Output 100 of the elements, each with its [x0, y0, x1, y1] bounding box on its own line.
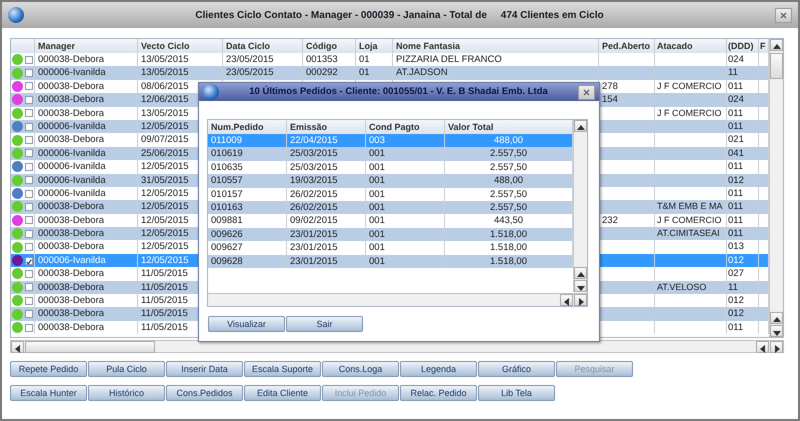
- checkbox[interactable]: [25, 243, 33, 252]
- table-cell: 011: [727, 227, 759, 240]
- scrollbar[interactable]: [573, 120, 587, 292]
- table-row[interactable]: 010557 19/03/2015 001 488,00: [208, 174, 573, 188]
- column-header[interactable]: Código: [303, 39, 356, 53]
- checkbox[interactable]: [25, 69, 33, 78]
- scroll-right-icon[interactable]: [574, 294, 587, 306]
- action-button[interactable]: Cons.Pedidos: [166, 385, 243, 401]
- scroll-up-icon[interactable]: [770, 39, 783, 51]
- scroll-right-icon[interactable]: [770, 341, 783, 353]
- table-cell: 13/05/2015: [138, 66, 223, 80]
- column-header[interactable]: Nome Fantasia: [393, 39, 599, 53]
- table-cell: 011: [727, 200, 759, 214]
- action-button[interactable]: Repete Pedido: [10, 361, 87, 377]
- table-cell: 19/03/2015: [287, 174, 366, 188]
- table-cell: 23/05/2015: [223, 66, 303, 80]
- scroll-left-icon[interactable]: [756, 341, 769, 353]
- table-cell: 010619: [208, 147, 287, 161]
- table-cell: 26/02/2015: [287, 200, 366, 214]
- table-cell: 11: [727, 280, 759, 294]
- action-button[interactable]: Legenda: [400, 361, 477, 377]
- table-row[interactable]: 009628 23/01/2015 001 1.518,00: [208, 254, 573, 268]
- scroll-thumb[interactable]: [25, 341, 155, 353]
- checkbox[interactable]: [25, 176, 33, 184]
- checkbox[interactable]: [25, 190, 33, 198]
- checkbox[interactable]: [25, 216, 33, 224]
- scroll-down-icon[interactable]: [574, 280, 587, 292]
- column-header[interactable]: Data Ciclo: [223, 39, 303, 53]
- table-cell: 000038-Debora: [35, 200, 138, 214]
- checkbox[interactable]: [25, 109, 33, 118]
- table-row[interactable]: 010163 26/02/2015 001 2.557,50: [208, 200, 573, 214]
- checkbox[interactable]: [25, 56, 33, 64]
- table-cell: 001: [366, 174, 445, 188]
- column-header[interactable]: Vecto Ciclo: [138, 39, 223, 53]
- table-cell: 000038-Debora: [35, 307, 138, 321]
- table-cell: 000038-Debora: [35, 280, 138, 294]
- table-cell: 041: [727, 146, 759, 160]
- checkbox[interactable]: [25, 296, 33, 305]
- action-button[interactable]: Cons.Loga: [322, 361, 399, 377]
- dialog-button[interactable]: Sair: [286, 316, 363, 332]
- action-button[interactable]: Gráfico: [478, 361, 555, 377]
- table-cell: 011: [727, 320, 759, 334]
- checkbox[interactable]: [25, 122, 33, 131]
- table-cell: 000006-Ivanilda: [35, 254, 138, 268]
- column-header[interactable]: Loja: [356, 39, 393, 53]
- table-cell: 012: [727, 254, 759, 268]
- checkbox[interactable]: [25, 202, 33, 211]
- scrollbar[interactable]: [769, 39, 783, 337]
- action-button[interactable]: Pula Ciclo: [88, 361, 165, 377]
- app-icon: [203, 84, 219, 100]
- action-button[interactable]: Escala Hunter: [10, 385, 87, 401]
- checkbox[interactable]: [25, 82, 33, 90]
- action-button[interactable]: Relac. Pedido: [400, 385, 477, 401]
- action-button[interactable]: Lib Tela: [478, 385, 555, 401]
- scroll-left-icon[interactable]: [560, 294, 573, 306]
- action-button[interactable]: Escala Suporte: [244, 361, 321, 377]
- scroll-left-icon[interactable]: [11, 341, 24, 353]
- checkbox[interactable]: [25, 149, 33, 158]
- checkbox[interactable]: [25, 96, 33, 104]
- table-cell: 11: [727, 66, 759, 80]
- scrollbar[interactable]: [208, 293, 587, 306]
- checkbox[interactable]: [25, 162, 33, 171]
- window-title: Clientes Ciclo Contato - Manager - 000039 - Janaina - Total de 474 Clientes em Ciclo: [194, 8, 605, 22]
- scroll-up-icon[interactable]: [574, 267, 587, 279]
- action-button[interactable]: Histórico: [88, 385, 165, 401]
- column-header[interactable]: Manager: [35, 39, 138, 53]
- action-button[interactable]: Inserir Data: [166, 361, 243, 377]
- table-cell: 000006-Ivanilda: [35, 174, 138, 187]
- scrollbar[interactable]: [10, 340, 784, 353]
- dialog-button[interactable]: Visualizar: [208, 316, 285, 332]
- table-cell: 001: [366, 200, 445, 214]
- scroll-up-icon[interactable]: [574, 120, 587, 132]
- table-row[interactable]: 010619 25/03/2015 001 2.557,50: [208, 147, 573, 161]
- action-button[interactable]: Edita Cliente: [244, 385, 321, 401]
- table-cell: 000038-Debora: [35, 320, 138, 334]
- table-cell: 001: [366, 254, 445, 268]
- checkbox[interactable]: [25, 324, 33, 332]
- close-button[interactable]: [578, 84, 595, 100]
- column-header[interactable]: Ped.Aberto: [599, 39, 655, 53]
- table-cell: 009628: [208, 254, 287, 268]
- table-cell: 009626: [208, 228, 287, 242]
- checkbox[interactable]: [25, 310, 33, 318]
- checkbox[interactable]: [25, 256, 33, 265]
- table-cell: 000006-Ivanilda: [35, 120, 138, 134]
- checkbox[interactable]: [25, 230, 33, 238]
- checkbox[interactable]: [25, 283, 33, 292]
- scroll-down-icon[interactable]: [770, 325, 783, 337]
- table-row[interactable]: 009626 23/01/2015 001 1.518,00: [208, 228, 573, 242]
- checkbox[interactable]: [25, 136, 33, 144]
- table-cell: 23/01/2015: [287, 228, 366, 242]
- scroll-thumb[interactable]: [770, 53, 783, 79]
- column-header[interactable]: Atacado: [655, 39, 727, 53]
- table-row[interactable]: 000006-Ivanilda 13/05/2015 23/05/2015 000292 01 AT.JADSON 11: [11, 66, 769, 80]
- checkbox[interactable]: [25, 270, 33, 278]
- scroll-up-icon[interactable]: [770, 312, 783, 324]
- dialog-title: 10 Últimos Pedidos - Cliente: 001055/01 - V. E. B Shadai Emb. Ltda: [248, 84, 549, 99]
- table-cell: 012: [727, 174, 759, 187]
- table-cell: 010557: [208, 174, 287, 188]
- close-button[interactable]: [775, 8, 792, 22]
- column-header[interactable]: (DDD): [727, 39, 759, 53]
